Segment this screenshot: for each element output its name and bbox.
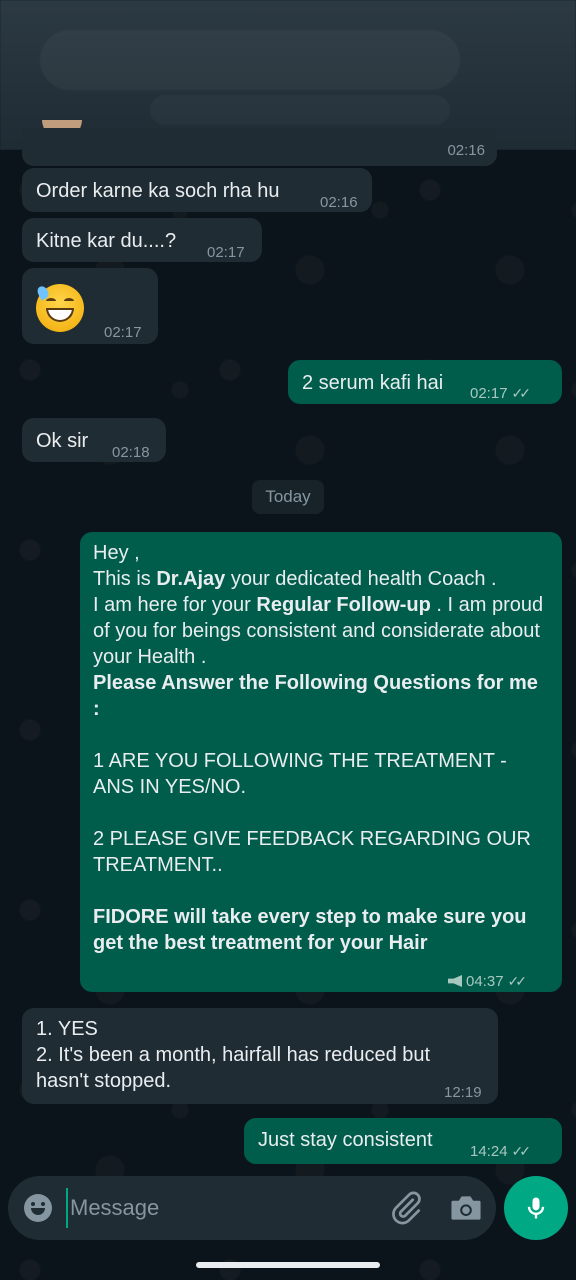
outgoing-message[interactable]: Hey , This is Dr.Ajay your dedicated hea…: [80, 532, 562, 992]
message-followup: I am here for your Regular Follow-up . I…: [93, 592, 548, 670]
incoming-message[interactable]: Kitne kar du....? 02:17: [22, 218, 262, 262]
grinning-face-with-sweat-emoji-icon: [35, 284, 84, 332]
home-indicator[interactable]: [196, 1262, 380, 1268]
message-input[interactable]: [66, 1188, 366, 1228]
megaphone-icon: [448, 975, 462, 987]
incoming-message[interactable]: Order karne ka soch rha hu 02:16: [22, 168, 372, 212]
message-text: Order karne ka soch rha hu: [36, 180, 280, 202]
blurred-contact-info: [40, 30, 460, 90]
blurred-status: [150, 95, 450, 125]
question-2: 2 PLEASE GIVE FEEDBACK REGARDING OUR TRE…: [93, 828, 531, 876]
double-check-read-icon: ✓✓: [511, 385, 532, 401]
date-divider: Today: [252, 480, 324, 514]
message-time-text: 14:24: [470, 1143, 508, 1160]
message-time: 04:37 ✓✓: [448, 968, 528, 995]
double-check-read-icon: ✓✓: [507, 973, 528, 989]
message-time: 02:16: [447, 142, 485, 159]
message-time: 02:17: [207, 244, 245, 261]
reply-line-2: 2. It's been a month, hairfall has reduc…: [36, 1044, 431, 1092]
message-text: Ok sir: [36, 430, 89, 452]
followup-prefix: I am here for your: [93, 594, 257, 616]
message-time-text: 04:37: [466, 973, 504, 990]
outgoing-message[interactable]: 2 serum kafi hai 02:17 ✓✓: [288, 360, 562, 404]
message-text: Just stay consistent: [258, 1129, 433, 1151]
followup-bold: Regular Follow-up: [256, 594, 431, 616]
message-text: 2 serum kafi hai: [302, 372, 444, 394]
message-time: 02:17 ✓✓: [470, 380, 532, 407]
incoming-message[interactable]: 1. YES 2. It's been a month, hairfall ha…: [22, 1008, 498, 1104]
question-1: 1 ARE YOU FOLLOWING THE TREATMENT - ANS …: [93, 750, 507, 798]
outgoing-message[interactable]: Just stay consistent 14:24 ✓✓: [244, 1118, 562, 1164]
intro-suffix: your dedicated health Coach .: [225, 568, 497, 590]
message-time: 02:17: [104, 324, 142, 341]
closing-line: FIDORE will take every step to make sure…: [93, 904, 548, 956]
attach-paperclip-icon[interactable]: [388, 1190, 424, 1226]
message-time-text: 02:17: [470, 385, 508, 402]
emoji-picker-icon[interactable]: [24, 1194, 52, 1222]
message-intro: This is Dr.Ajay your dedicated health Co…: [93, 566, 548, 592]
reply-line-1: 1. YES: [36, 1018, 98, 1040]
message-time: 02:18: [112, 444, 150, 461]
question-heading: Please Answer the Following Questions fo…: [93, 670, 548, 722]
message-time: 14:24 ✓✓: [470, 1138, 532, 1165]
intro-prefix: This is: [93, 568, 157, 590]
incoming-message[interactable]: Ok sir 02:18: [22, 418, 166, 462]
voice-record-button[interactable]: [504, 1176, 568, 1240]
partial-message-bubble[interactable]: 02:16: [22, 128, 497, 166]
message-time: 02:16: [320, 194, 358, 211]
message-greeting: Hey ,: [93, 542, 140, 564]
closing-text: FIDORE will take every step to make sure…: [93, 906, 527, 954]
question-heading-text: Please Answer the Following Questions fo…: [93, 672, 538, 720]
message-composer: [8, 1176, 496, 1240]
message-time: 12:19: [444, 1084, 482, 1101]
message-text: Kitne kar du....?: [36, 230, 177, 252]
microphone-icon: [527, 1197, 545, 1219]
double-check-read-icon: ✓✓: [511, 1143, 532, 1159]
camera-icon[interactable]: [448, 1192, 484, 1224]
coach-name: Dr.Ajay: [156, 568, 226, 590]
